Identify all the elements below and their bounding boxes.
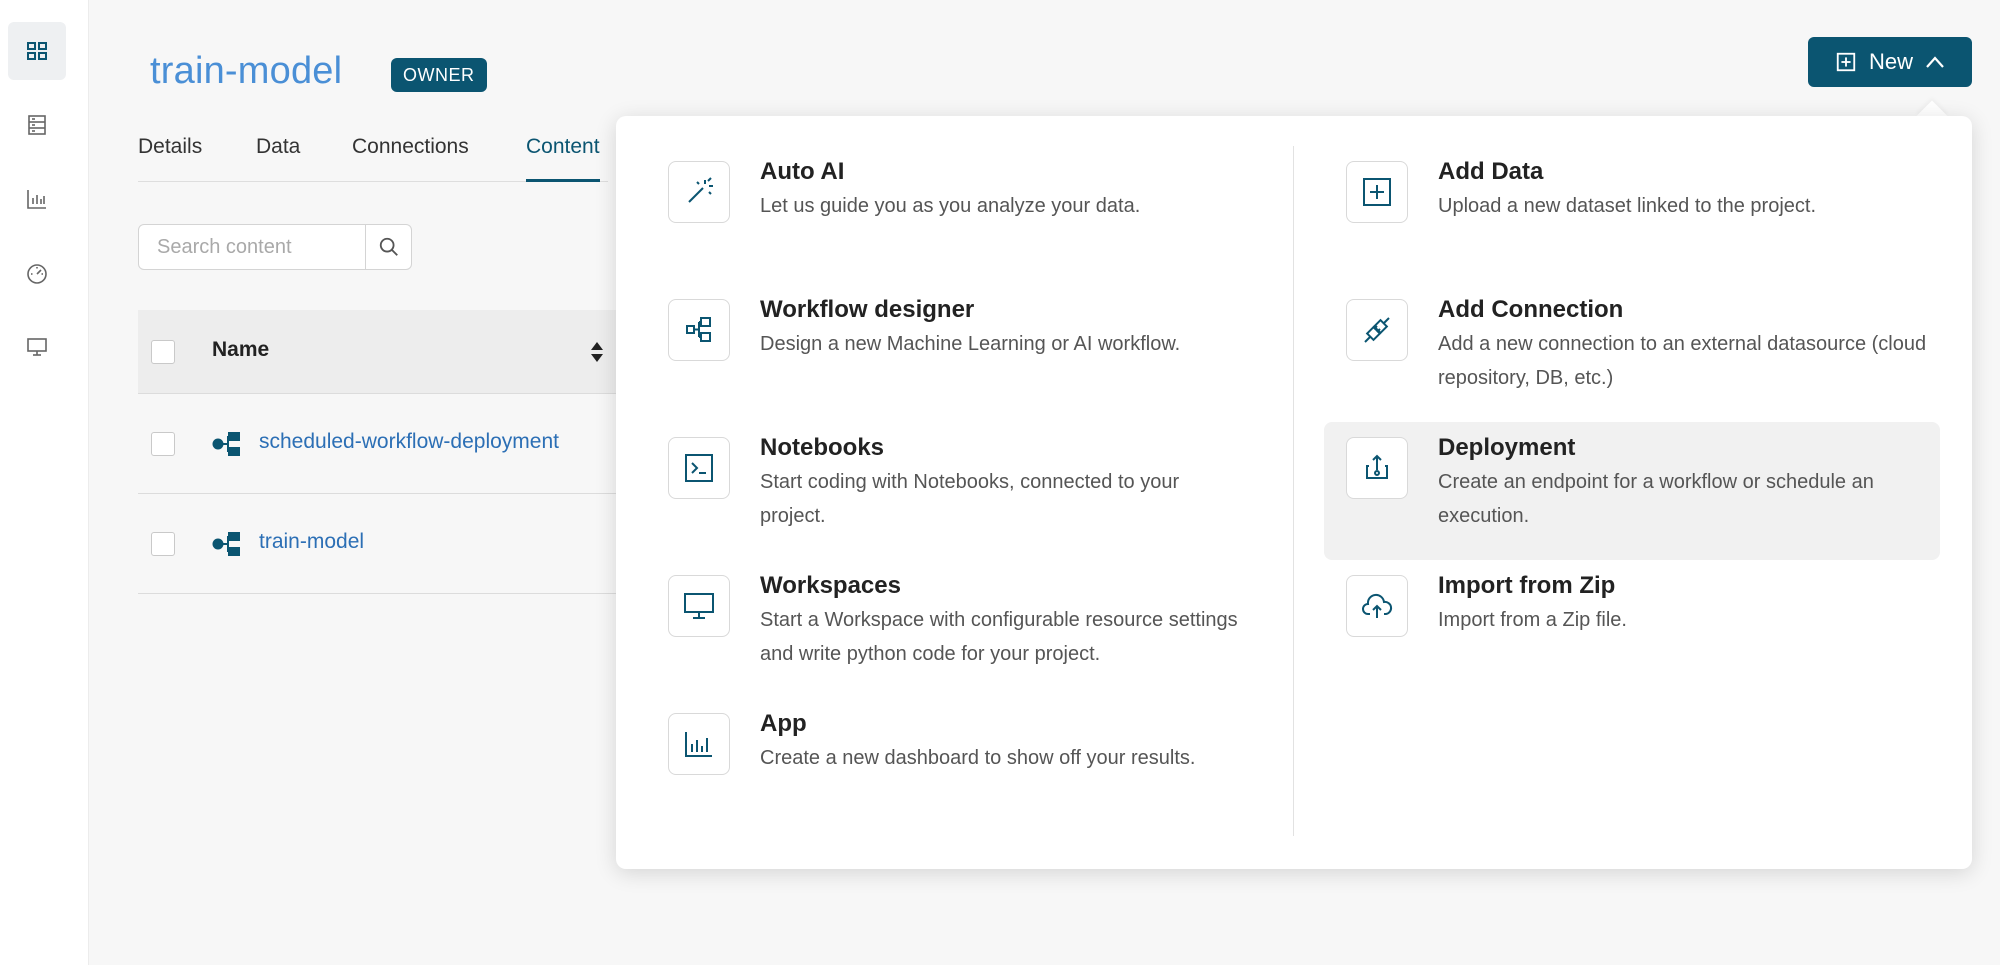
menu-icon-box xyxy=(668,575,730,637)
menu-item-desc: Import from a Zip file. xyxy=(1438,609,1627,631)
row-name-link[interactable]: scheduled-workflow-deployment xyxy=(259,430,559,454)
terminal-icon xyxy=(685,454,713,482)
new-button-label: New xyxy=(1868,49,1913,74)
chart-icon xyxy=(27,190,46,209)
menu-item-desc: Create a new dashboard to show off your … xyxy=(760,747,1196,769)
menu-icon-box xyxy=(1346,575,1408,637)
menu-item-title: Add Data xyxy=(1438,158,1544,185)
menu-item-desc: Design a new Machine Learning or AI work… xyxy=(760,333,1181,355)
new-menu-dropdown: Auto AI Let us guide you as you analyze … xyxy=(616,116,1972,869)
magic-wand-icon xyxy=(688,177,713,203)
sidebar-item-dashboard[interactable] xyxy=(8,22,66,80)
menu-item-desc: Create an endpoint for a workflow or sch… xyxy=(1438,471,1874,527)
menu-item-desc: Start coding with Notebooks, connected t… xyxy=(760,471,1180,527)
tab-content[interactable]: Content xyxy=(526,132,600,182)
menu-item-desc: Add a new connection to an external data… xyxy=(1438,333,1927,389)
plus-square-icon xyxy=(1363,178,1391,206)
storage-icon xyxy=(28,115,46,135)
workflow-icon xyxy=(212,532,240,556)
role-badge: OWNER xyxy=(391,58,487,92)
search-icon xyxy=(379,237,398,256)
dashboard-icon xyxy=(27,42,47,60)
cloud-upload-icon xyxy=(1362,593,1393,618)
menu-icon-box xyxy=(668,713,730,775)
monitor-icon xyxy=(684,593,714,619)
table-header: Name xyxy=(138,310,618,394)
chevron-up-icon xyxy=(1926,56,1944,68)
menu-item-add-data[interactable]: Add Data Upload a new dataset linked to … xyxy=(1324,116,1940,254)
select-all-checkbox[interactable] xyxy=(151,340,175,364)
tab-data[interactable]: Data xyxy=(256,132,300,182)
search-button[interactable] xyxy=(365,225,411,269)
menu-item-title: Notebooks xyxy=(760,434,885,461)
menu-item-title: Workflow designer xyxy=(760,296,975,323)
menu-item-workspaces[interactable]: Workspaces Start a Workspace with config… xyxy=(646,530,1262,668)
menu-item-import-zip[interactable]: Import from Zip Import from a Zip file. xyxy=(1324,530,1940,668)
menu-item-title: Auto AI xyxy=(760,158,845,185)
menu-item-title: Deployment xyxy=(1438,434,1576,461)
menu-item-desc: Start a Workspace with configurable reso… xyxy=(760,609,1238,665)
menu-divider xyxy=(1293,146,1294,836)
menu-icon-box xyxy=(1346,299,1408,361)
plug-icon xyxy=(1364,317,1390,343)
plus-square-icon xyxy=(1836,52,1856,72)
row-checkbox[interactable] xyxy=(151,432,175,456)
menu-icon-box xyxy=(668,437,730,499)
page-title: train-model xyxy=(150,50,343,92)
menu-item-app[interactable]: App Create a new dashboard to show off y… xyxy=(646,668,1262,806)
menu-icon-box xyxy=(668,161,730,223)
tab-bar: Details Data Connections Content xyxy=(138,132,608,182)
menu-item-workflow-designer[interactable]: Workflow designer Design a new Machine L… xyxy=(646,254,1262,392)
workflow-icon xyxy=(212,432,240,456)
search-box xyxy=(138,224,412,270)
table-row[interactable]: train-model xyxy=(138,494,618,594)
menu-item-title: Workspaces xyxy=(760,572,901,599)
gauge-icon xyxy=(27,264,47,284)
menu-item-title: App xyxy=(760,710,807,737)
row-name-link[interactable]: train-model xyxy=(259,530,364,554)
column-header-name[interactable]: Name xyxy=(212,338,269,362)
monitor-icon xyxy=(27,338,47,356)
menu-item-desc: Upload a new dataset linked to the proje… xyxy=(1438,195,1817,217)
bar-chart-icon xyxy=(685,732,712,757)
sidebar-item-analytics[interactable] xyxy=(8,170,66,228)
new-button[interactable]: New xyxy=(1808,37,1972,87)
menu-item-auto-ai[interactable]: Auto AI Let us guide you as you analyze … xyxy=(646,116,1262,254)
menu-icon-box xyxy=(1346,437,1408,499)
sidebar-item-workspaces[interactable] xyxy=(8,318,66,376)
menu-item-add-connection[interactable]: Add Connection Add a new connection to a… xyxy=(1324,254,1940,392)
menu-item-notebooks[interactable]: Notebooks Start coding with Notebooks, c… xyxy=(646,392,1262,530)
row-checkbox[interactable] xyxy=(151,532,175,556)
menu-item-desc: Let us guide you as you analyze your dat… xyxy=(760,195,1141,217)
tab-details[interactable]: Details xyxy=(138,132,202,182)
menu-icon-box xyxy=(1346,161,1408,223)
table-row[interactable]: scheduled-workflow-deployment xyxy=(138,394,618,494)
tab-connections[interactable]: Connections xyxy=(352,132,469,182)
sidebar-item-storage[interactable] xyxy=(8,96,66,154)
menu-item-title: Import from Zip xyxy=(1438,572,1616,599)
sort-icon[interactable] xyxy=(590,340,604,364)
sidebar-item-monitoring[interactable] xyxy=(8,244,66,302)
menu-icon-box xyxy=(668,299,730,361)
menu-item-title: Add Connection xyxy=(1438,296,1624,323)
deploy-icon xyxy=(1366,454,1388,479)
workflow-icon xyxy=(686,317,711,342)
sidebar xyxy=(0,0,89,965)
search-input[interactable] xyxy=(139,225,365,269)
